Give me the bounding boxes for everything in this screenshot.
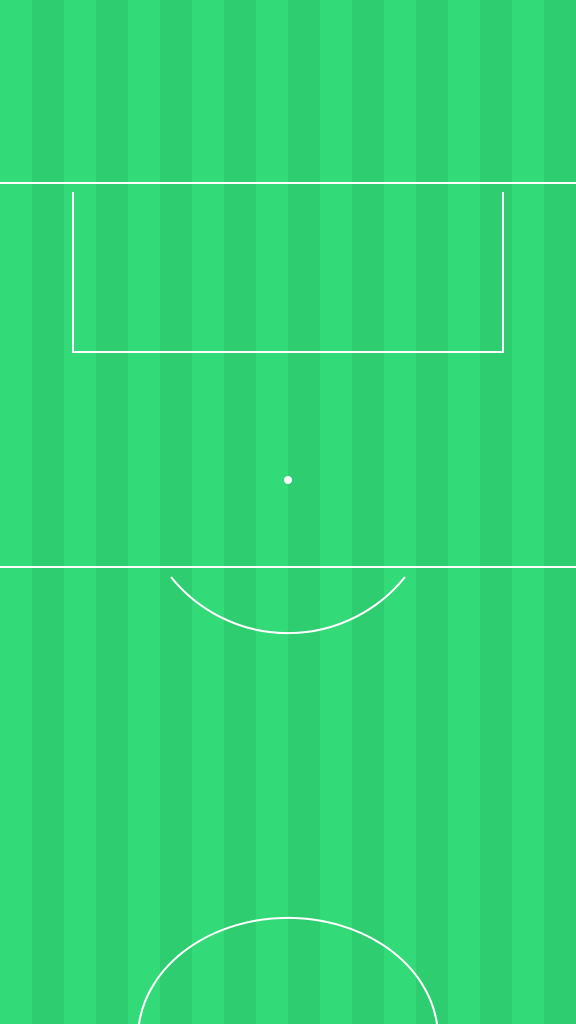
grass-stripe [64,0,97,1024]
grass-stripe [544,0,576,1024]
grass-stripe [448,0,481,1024]
grass-stripe [160,0,193,1024]
grass-stripe [480,0,513,1024]
grass-stripe [512,0,545,1024]
grass-stripe [416,0,449,1024]
grass-stripe [384,0,417,1024]
grass-stripe [288,0,321,1024]
grass-stripe [0,0,33,1024]
grass-stripe [256,0,289,1024]
grass-stripe [128,0,161,1024]
soccer-pitch [0,0,576,1024]
grass-stripe [320,0,353,1024]
grass-stripe [192,0,225,1024]
grass-stripe [96,0,129,1024]
grass-stripe [352,0,385,1024]
penalty-spot [284,476,292,484]
grass-stripe [32,0,65,1024]
pitch-canvas [0,0,576,1024]
grass-stripe [224,0,257,1024]
grass-stripes [0,0,576,1024]
